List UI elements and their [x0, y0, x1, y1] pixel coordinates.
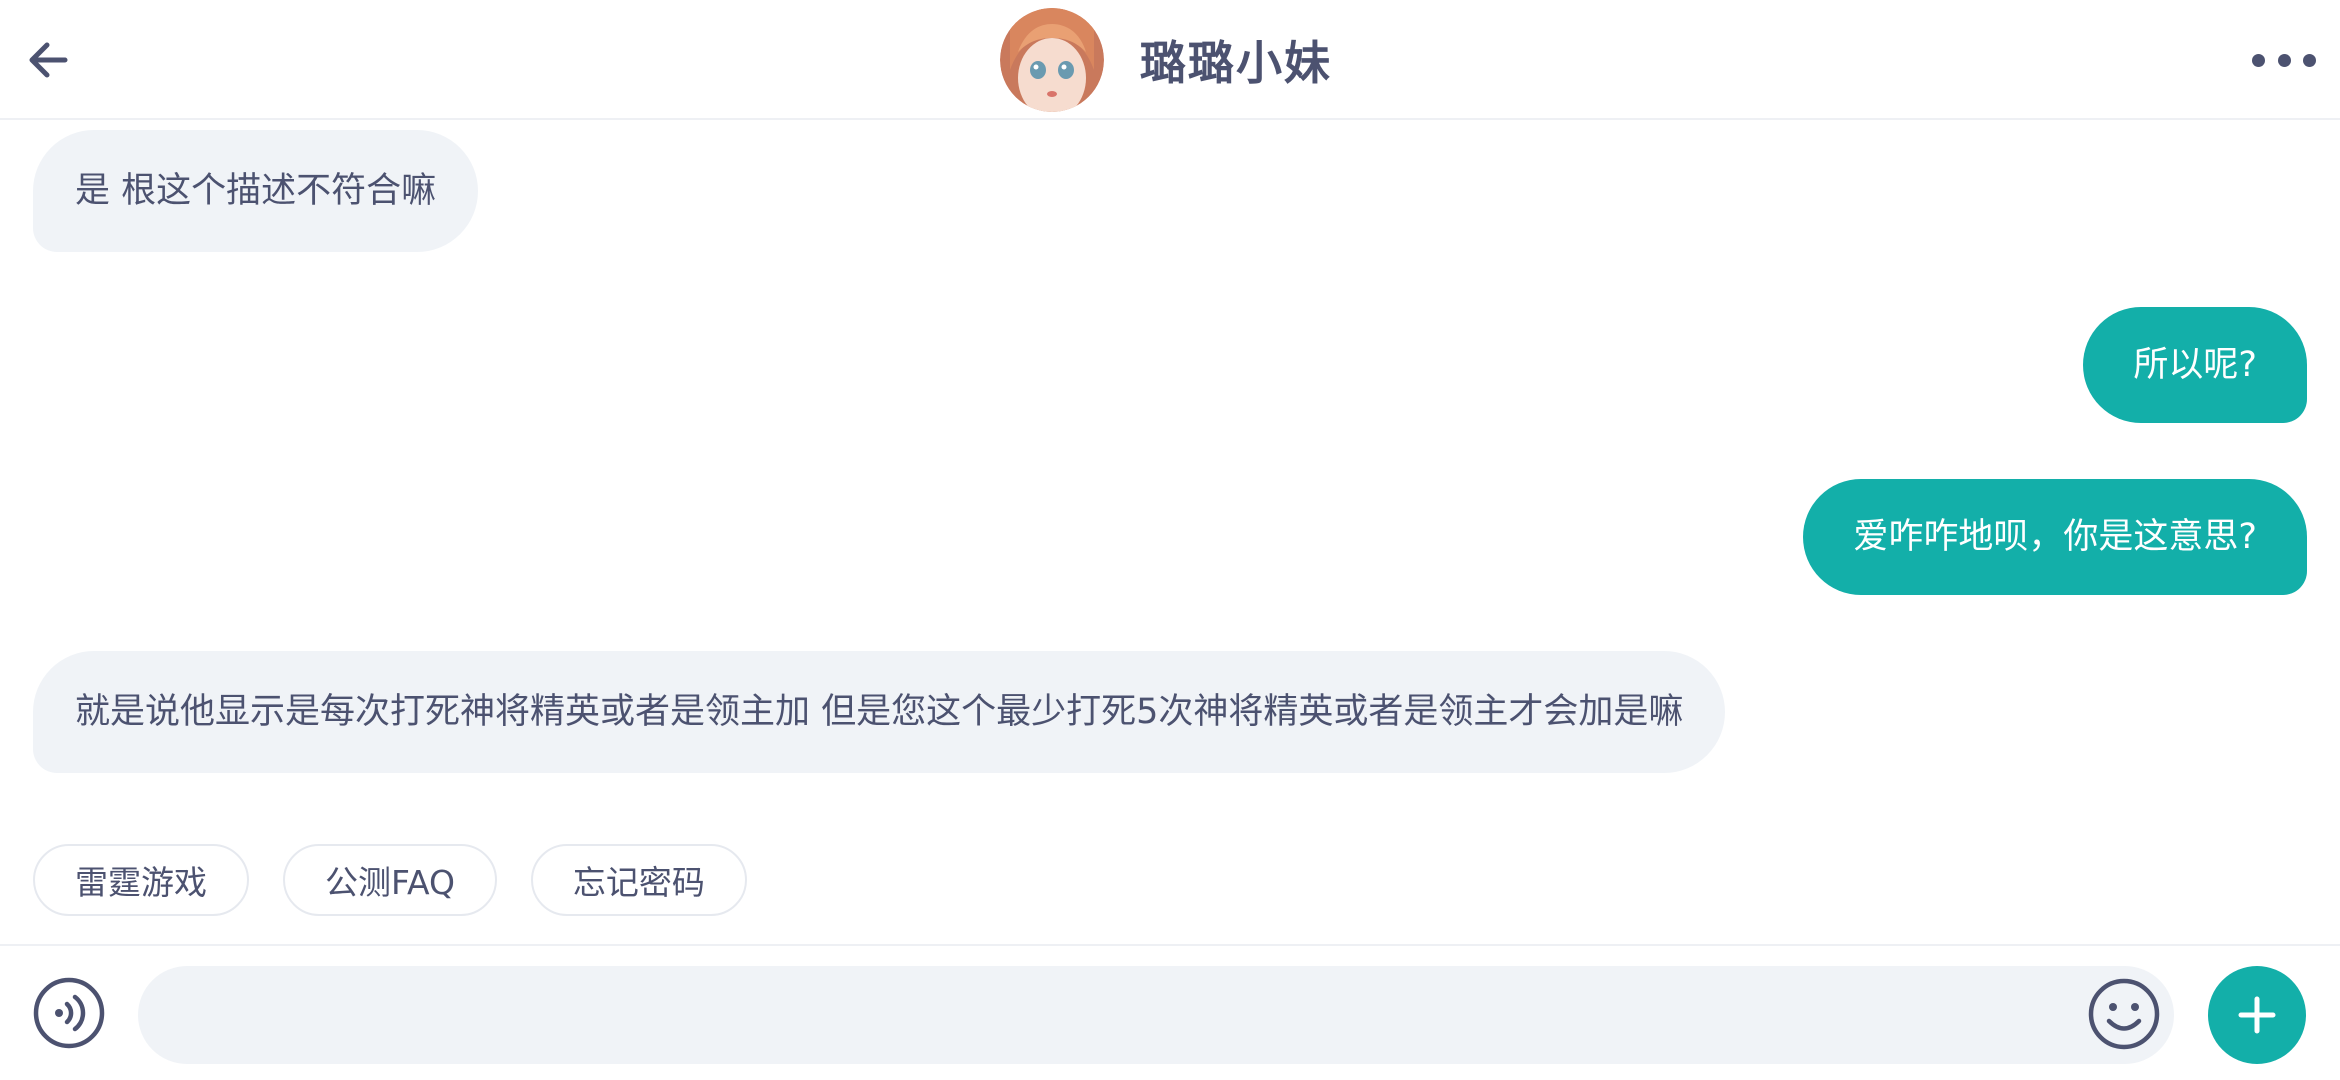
- quick-reply-chip[interactable]: 公测FAQ: [283, 844, 497, 916]
- chat-header: 璐璐小妹: [0, 0, 2340, 120]
- message-bubble-incoming[interactable]: 是 根这个描述不符合嘛: [33, 130, 479, 252]
- emoji-button[interactable]: [2086, 976, 2162, 1052]
- quick-reply-bar: 雷霆游戏 公测FAQ 忘记密码: [33, 844, 781, 916]
- message-input-bar: [0, 944, 2340, 1080]
- anime-girl-avatar-image: [1000, 8, 1104, 112]
- quick-reply-chip[interactable]: 忘记密码: [530, 844, 747, 916]
- message-bubble-outgoing[interactable]: 爱咋咋地呗，你是这意思?: [1803, 479, 2307, 595]
- chat-header-center: 璐璐小妹: [1000, 8, 1332, 112]
- message-input-field[interactable]: [138, 966, 2174, 1066]
- more-horizontal-icon-dot: [2277, 53, 2291, 67]
- message-bubble-incoming[interactable]: 就是说他显示是每次打死神将精英或者是领主加 但是您这个最少打死5次神将精英或者是…: [33, 651, 1726, 773]
- message-text: 所以呢?: [2133, 345, 2257, 385]
- voice-icon: [33, 977, 105, 1049]
- avatar[interactable]: [1000, 8, 1104, 112]
- more-horizontal-icon-dot: [2303, 53, 2316, 67]
- back-button[interactable]: [18, 30, 78, 90]
- more-options-button[interactable]: [2252, 40, 2316, 80]
- message-text: 爱咋咋地呗，你是这意思?: [1853, 517, 2257, 557]
- message-text: 就是说他显示是每次打死神将精英或者是领主加 但是您这个最少打死5次神将精英或者是…: [75, 692, 1684, 732]
- page-title: 璐璐小妹: [1140, 36, 1332, 90]
- arrow-left-icon: [29, 42, 68, 78]
- plus-icon: [2238, 996, 2276, 1034]
- more-horizontal-icon: [2252, 53, 2265, 67]
- add-attachment-button[interactable]: [2208, 966, 2306, 1064]
- message-text: 是 根这个描述不符合嘛: [75, 171, 437, 211]
- emoji-smile-icon: [2088, 978, 2160, 1050]
- message-input[interactable]: [178, 966, 2082, 1066]
- chat-screen: 璐璐小妹 是 根这个描述不符合嘛 所以呢? 爱咋咋地呗，你是这意思? 就是说他显…: [0, 0, 2340, 1080]
- voice-button[interactable]: [32, 976, 106, 1050]
- quick-reply-chip[interactable]: 雷霆游戏: [33, 844, 249, 916]
- message-bubble-outgoing[interactable]: 所以呢?: [2083, 307, 2307, 423]
